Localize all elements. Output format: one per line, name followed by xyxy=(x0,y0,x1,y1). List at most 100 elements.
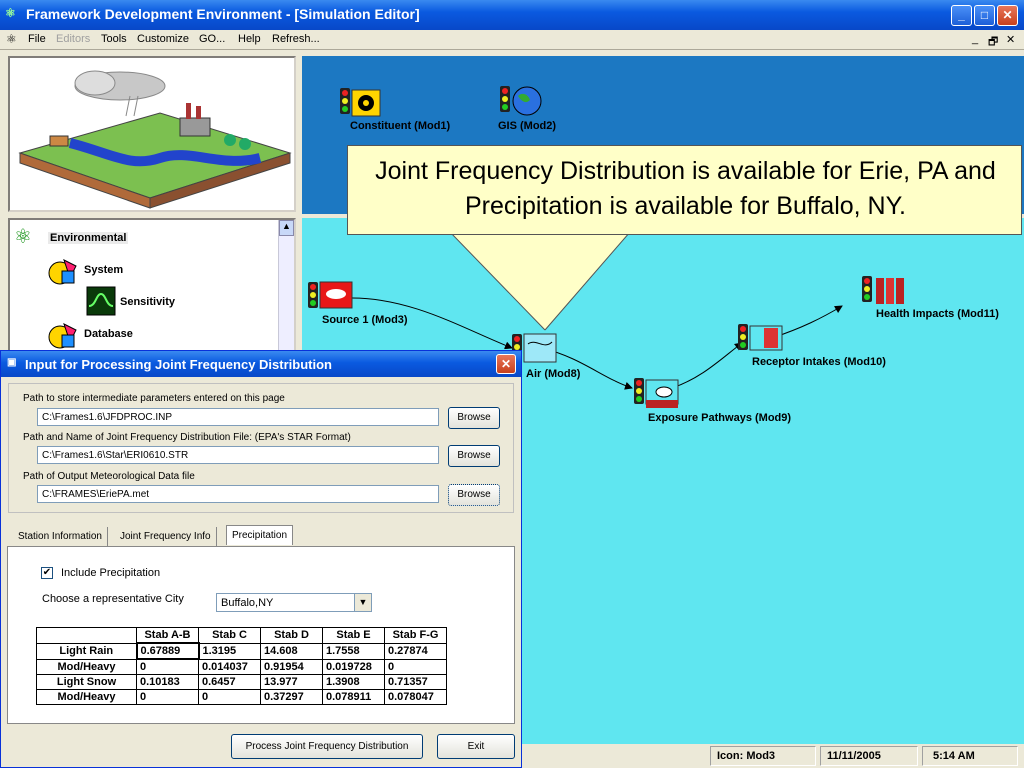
path3-label: Path of Output Meteorological Data file xyxy=(23,471,195,482)
node-label-receptor[interactable]: Receptor Intakes (Mod10) xyxy=(752,356,886,368)
node-label-source[interactable]: Source 1 (Mod3) xyxy=(322,314,408,326)
table-cell[interactable]: 0.27874 xyxy=(384,642,447,660)
tree-item-system[interactable]: System xyxy=(84,264,123,276)
close-button[interactable]: ✕ xyxy=(997,5,1018,26)
jfd-dialog: ▣ Input for Processing Joint Frequency D… xyxy=(0,350,522,768)
node-label-constituent[interactable]: Constituent (Mod1) xyxy=(350,120,450,132)
path3-input[interactable] xyxy=(37,485,439,503)
tab-precipitation[interactable]: Precipitation xyxy=(226,525,294,545)
node-label-air[interactable]: Air (Mod8) xyxy=(526,368,580,380)
menu-editors[interactable]: Editors xyxy=(56,33,90,45)
table-cell[interactable]: 1.3908 xyxy=(322,674,385,690)
process-jfd-button[interactable]: Process Joint Frequency Distribution xyxy=(231,734,423,759)
tab-joint-frequency-info[interactable]: Joint Frequency Info xyxy=(115,527,217,547)
tree-item-environmental[interactable]: Environmental xyxy=(48,232,129,244)
app-icon: ⚛ xyxy=(5,6,16,20)
maximize-button[interactable]: □ xyxy=(974,5,995,26)
environmental-icon: ⚛ xyxy=(14,226,32,248)
table-cell[interactable]: 1.7558 xyxy=(322,642,385,660)
table-cell[interactable]: 0.6457 xyxy=(198,674,261,690)
callout-text: Joint Frequency Distribution is availabl… xyxy=(375,157,996,220)
path2-input[interactable] xyxy=(37,446,439,464)
scroll-up-arrow[interactable]: ▲ xyxy=(279,220,294,236)
precipitation-table: Stab A-B Stab C Stab D Stab E Stab F-G L… xyxy=(36,627,447,705)
browse3-button[interactable]: Browse xyxy=(448,484,500,506)
path1-label: Path to store intermediate parameters en… xyxy=(23,393,285,404)
row-header: Mod/Heavy xyxy=(36,689,137,705)
constituent-node-icon[interactable] xyxy=(334,86,384,118)
table-cell[interactable]: 0.078047 xyxy=(384,689,447,705)
menu-tools[interactable]: Tools xyxy=(101,33,127,45)
node-label-gis[interactable]: GIS (Mod2) xyxy=(498,120,556,132)
link-exposure-receptor xyxy=(671,342,743,389)
table-header-row: Stab A-B Stab C Stab D Stab E Stab F-G xyxy=(36,627,447,644)
include-precipitation-checkbox[interactable]: ✔ xyxy=(41,567,53,579)
table-cell[interactable]: 0.37297 xyxy=(260,689,323,705)
landscape-icon xyxy=(18,70,292,209)
table-cell[interactable]: 0.91954 xyxy=(260,658,323,675)
menu-bar: ⚛ File Editors Tools Customize GO... Hel… xyxy=(0,30,1024,50)
minimize-button[interactable]: _ xyxy=(951,5,972,26)
table-header-cell: Stab A-B xyxy=(136,627,199,644)
table-cell[interactable]: 0 xyxy=(384,658,447,675)
table-cell[interactable]: 0.078911 xyxy=(322,689,385,705)
path2-label: Path and Name of Joint Frequency Distrib… xyxy=(23,432,351,443)
menu-refresh[interactable]: Refresh... xyxy=(272,33,320,45)
chevron-down-icon[interactable]: ▼ xyxy=(354,594,371,611)
exit-button[interactable]: Exit xyxy=(437,734,515,759)
table-cell[interactable]: 14.608 xyxy=(260,642,323,660)
tree-item-database[interactable]: Database xyxy=(84,328,133,340)
table-row: Mod/Heavy 0 0 0.37297 0.078911 0.078047 xyxy=(36,689,447,705)
table-cell[interactable]: 0.014037 xyxy=(198,658,261,675)
row-header: Light Rain xyxy=(36,642,137,660)
city-select[interactable]: Buffalo,NY ▼ xyxy=(216,593,372,612)
dialog-icon: ▣ xyxy=(7,357,17,368)
node-label-exposure[interactable]: Exposure Pathways (Mod9) xyxy=(648,412,791,424)
path1-input[interactable] xyxy=(37,408,439,426)
table-cell[interactable]: 13.977 xyxy=(260,674,323,690)
mdi-close-button[interactable]: ✕ xyxy=(1006,33,1015,46)
system-icon xyxy=(48,259,77,285)
table-row: Mod/Heavy 0 0.014037 0.91954 0.019728 0 xyxy=(36,658,447,675)
table-cell[interactable]: 0.10183 xyxy=(136,674,199,690)
component-tree: ⚛ Environmental System Sensitivity Datab… xyxy=(8,218,296,360)
menu-customize[interactable]: Customize xyxy=(137,33,189,45)
browse2-button[interactable]: Browse xyxy=(448,445,500,467)
landscape-illustration xyxy=(8,56,296,212)
table-cell[interactable]: 1.3195 xyxy=(198,642,261,660)
health-node-icon[interactable] xyxy=(860,274,910,306)
table-header-cell: Stab F-G xyxy=(384,627,447,644)
sensitivity-icon xyxy=(86,286,116,316)
menu-file[interactable]: File xyxy=(28,33,46,45)
tree-scrollbar[interactable]: ▲ xyxy=(278,220,294,360)
tab-station-information[interactable]: Station Information xyxy=(13,527,108,547)
table-cell[interactable]: 0 xyxy=(198,689,261,705)
dialog-close-button[interactable]: ✕ xyxy=(496,354,516,374)
receptor-node-icon[interactable] xyxy=(736,322,786,352)
tree-item-sensitivity[interactable]: Sensitivity xyxy=(120,296,175,308)
table-header-cell: Stab E xyxy=(322,627,385,644)
doc-icon: ⚛ xyxy=(6,32,17,46)
gis-node-icon[interactable] xyxy=(494,84,544,118)
status-icon: Icon: Mod3 xyxy=(710,746,816,766)
window-title: Framework Development Environment - [Sim… xyxy=(26,6,420,22)
status-time: 5:14 AM xyxy=(922,746,1018,766)
callout-box: Joint Frequency Distribution is availabl… xyxy=(347,145,1022,235)
exposure-node-icon[interactable] xyxy=(632,376,682,410)
table-header-cell xyxy=(36,627,137,644)
table-cell[interactable]: 0 xyxy=(136,689,199,705)
table-cell[interactable]: 0 xyxy=(136,658,199,675)
status-bar: Icon: Mod3 11/11/2005 5:14 AM xyxy=(520,744,1024,768)
table-header-cell: Stab C xyxy=(198,627,261,644)
city-select-value: Buffalo,NY xyxy=(221,597,274,609)
table-cell[interactable]: 0.67889 xyxy=(135,642,200,660)
table-cell[interactable]: 0.71357 xyxy=(384,674,447,690)
mdi-minimize-button[interactable]: _ xyxy=(972,33,978,45)
menu-help[interactable]: Help xyxy=(238,33,261,45)
source-node-icon[interactable] xyxy=(306,280,356,310)
node-label-health[interactable]: Health Impacts (Mod11) xyxy=(876,308,999,320)
menu-go[interactable]: GO... xyxy=(199,33,225,45)
status-date: 11/11/2005 xyxy=(820,746,918,766)
table-cell[interactable]: 0.019728 xyxy=(322,658,385,675)
browse1-button[interactable]: Browse xyxy=(448,407,500,429)
